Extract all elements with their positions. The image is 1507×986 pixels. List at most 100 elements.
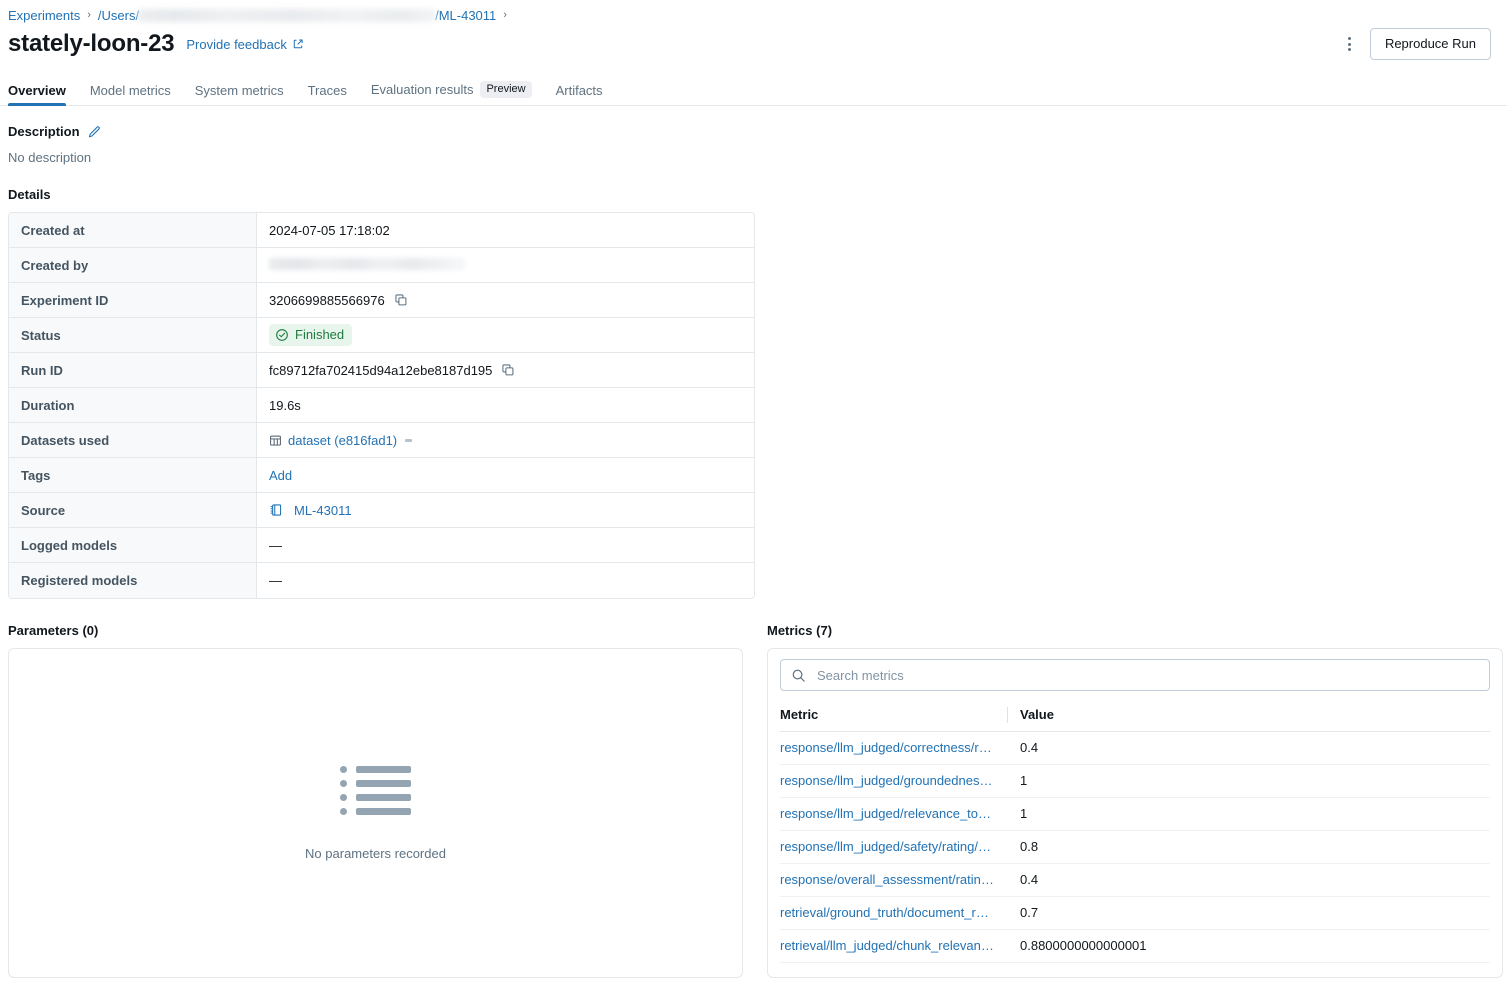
description-body: No description (8, 150, 1499, 165)
metric-link[interactable]: response/llm_judged/correctness/r… (780, 740, 1004, 755)
overview-content: Description No description Details Creat… (0, 124, 1507, 599)
search-input[interactable] (815, 667, 1479, 684)
run-id-text: fc89712fa702415d94a12ebe8187d195 (269, 363, 492, 378)
tab-overview[interactable]: Overview (8, 83, 66, 105)
pencil-icon[interactable] (87, 125, 101, 139)
metric-value-cell: 1 (1020, 797, 1490, 830)
bottom-panels: Parameters (0) No parameters recorded Me… (0, 623, 1507, 978)
metric-link[interactable]: response/overall_assessment/ratin… (780, 872, 1004, 887)
search-icon (791, 668, 806, 683)
tab-model-metrics[interactable]: Model metrics (90, 83, 171, 105)
source-link[interactable]: ML-43011 (294, 503, 352, 518)
metric-link[interactable]: retrieval/ground_truth/document_r… (780, 905, 1004, 920)
copy-icon[interactable] (501, 363, 515, 377)
breadcrumb-redacted-path (138, 9, 436, 22)
breadcrumb-item-notebook[interactable]: /ML-43011 (435, 8, 496, 23)
detail-value-experiment-id: 3206699885566976 (257, 283, 754, 318)
experiment-id-text: 3206699885566976 (269, 293, 385, 308)
status-badge: Finished (269, 324, 352, 346)
metric-name-cell: response/llm_judged/safety/rating/… (780, 830, 1020, 863)
detail-key-datasets-used: Datasets used (9, 423, 257, 458)
table-row: Status Finished (9, 318, 754, 353)
parameters-empty-state: No parameters recorded (8, 648, 743, 978)
status-badge-label: Finished (295, 326, 344, 344)
table-row: response/llm_judged/relevance_to… 1 (780, 797, 1490, 830)
page-title: stately-loon-23 (8, 31, 174, 57)
breadcrumb-item-experiments[interactable]: Experiments (8, 8, 80, 23)
breadcrumb: Experiments › /Users/ /ML-43011 › (0, 0, 1507, 24)
metric-name-cell: response/llm_judged/groundednes… (780, 764, 1020, 797)
kebab-menu-icon[interactable] (1336, 30, 1364, 58)
metrics-search-field[interactable] (780, 659, 1490, 691)
detail-value-logged-models: — (257, 528, 754, 563)
list-icon (340, 766, 411, 815)
provide-feedback-label: Provide feedback (186, 37, 286, 52)
copy-icon[interactable] (394, 293, 408, 307)
table-row: response/llm_judged/safety/rating/… 0.8 (780, 830, 1490, 863)
reproduce-run-button[interactable]: Reproduce Run (1370, 28, 1491, 60)
metric-value-cell: 0.4 (1020, 731, 1490, 764)
dataset-truncation-indicator (405, 439, 412, 442)
breadcrumb-separator-end: › (503, 9, 507, 21)
table-row: Tags Add (9, 458, 754, 493)
metric-link[interactable]: response/llm_judged/relevance_to… (780, 806, 1004, 821)
breadcrumb-separator: › (87, 9, 91, 21)
dataset-link[interactable]: dataset (e816fad1) (288, 433, 397, 448)
metric-value-cell: 0.8 (1020, 830, 1490, 863)
tab-evaluation-results[interactable]: Evaluation results Preview (371, 81, 532, 105)
detail-key-created-by: Created by (9, 248, 257, 283)
metric-link[interactable]: response/llm_judged/safety/rating/… (780, 839, 1004, 854)
description-heading-label: Description (8, 124, 80, 139)
metric-value-cell: 0.7 (1020, 896, 1490, 929)
parameters-empty-text: No parameters recorded (305, 846, 446, 861)
detail-key-run-id: Run ID (9, 353, 257, 388)
detail-value-created-at: 2024-07-05 17:18:02 (257, 213, 754, 248)
detail-key-duration: Duration (9, 388, 257, 423)
tab-evaluation-results-label: Evaluation results (371, 82, 474, 97)
table-row: Datasets used dataset (e816fad1) (9, 423, 754, 458)
metrics-column-header-value[interactable]: Value (1020, 699, 1490, 731)
metric-value-cell: 0.4 (1020, 863, 1490, 896)
add-tag-link[interactable]: Add (269, 468, 292, 483)
metrics-title: Metrics (7) (767, 623, 1503, 638)
tab-traces-label: Traces (308, 83, 347, 98)
metric-name-cell: retrieval/llm_judged/chunk_relevan… (780, 929, 1020, 962)
tab-traces[interactable]: Traces (308, 83, 347, 105)
tab-artifacts[interactable]: Artifacts (556, 83, 603, 105)
tab-system-metrics[interactable]: System metrics (195, 83, 284, 105)
detail-key-experiment-id: Experiment ID (9, 283, 257, 318)
detail-key-created-at: Created at (9, 213, 257, 248)
detail-value-created-by (257, 248, 754, 283)
detail-value-run-id: fc89712fa702415d94a12ebe8187d195 (257, 353, 754, 388)
table-row: Logged models — (9, 528, 754, 563)
detail-key-source: Source (9, 493, 257, 528)
metrics-header-row: Metric Value (780, 699, 1490, 731)
table-row: response/overall_assessment/ratin… 0.4 (780, 863, 1490, 896)
table-icon (269, 434, 282, 447)
tab-system-metrics-label: System metrics (195, 83, 284, 98)
metric-value-cell: 0.8800000000000001 (1020, 929, 1490, 962)
tab-bar: Overview Model metrics System metrics Tr… (0, 74, 1507, 106)
detail-value-registered-models: — (257, 563, 754, 598)
detail-key-registered-models: Registered models (9, 563, 257, 598)
table-row: retrieval/ground_truth/document_r… 0.7 (780, 896, 1490, 929)
metric-name-cell: retrieval/ground_truth/document_r… (780, 896, 1020, 929)
detail-value-source: ML-43011 (257, 493, 754, 528)
detail-key-tags: Tags (9, 458, 257, 493)
breadcrumb-item-users[interactable]: /Users/ (98, 8, 139, 23)
preview-badge: Preview (480, 81, 531, 98)
metric-link[interactable]: retrieval/llm_judged/chunk_relevan… (780, 938, 1004, 953)
notebook-icon (269, 503, 283, 517)
metrics-box: Metric Value response/llm_judged/correct… (767, 648, 1503, 978)
description-heading: Description (8, 124, 1499, 139)
table-row: Created at 2024-07-05 17:18:02 (9, 213, 754, 248)
details-heading: Details (8, 187, 1499, 202)
table-row: response/llm_judged/groundednes… 1 (780, 764, 1490, 797)
parameters-panel: Parameters (0) No parameters recorded (8, 623, 743, 978)
table-row: Experiment ID 3206699885566976 (9, 283, 754, 318)
table-row: Run ID fc89712fa702415d94a12ebe8187d195 (9, 353, 754, 388)
provide-feedback-link[interactable]: Provide feedback (186, 37, 303, 52)
metric-link[interactable]: response/llm_judged/groundednes… (780, 773, 1004, 788)
tab-overview-label: Overview (8, 83, 66, 98)
metrics-column-header-metric[interactable]: Metric (780, 699, 1020, 731)
